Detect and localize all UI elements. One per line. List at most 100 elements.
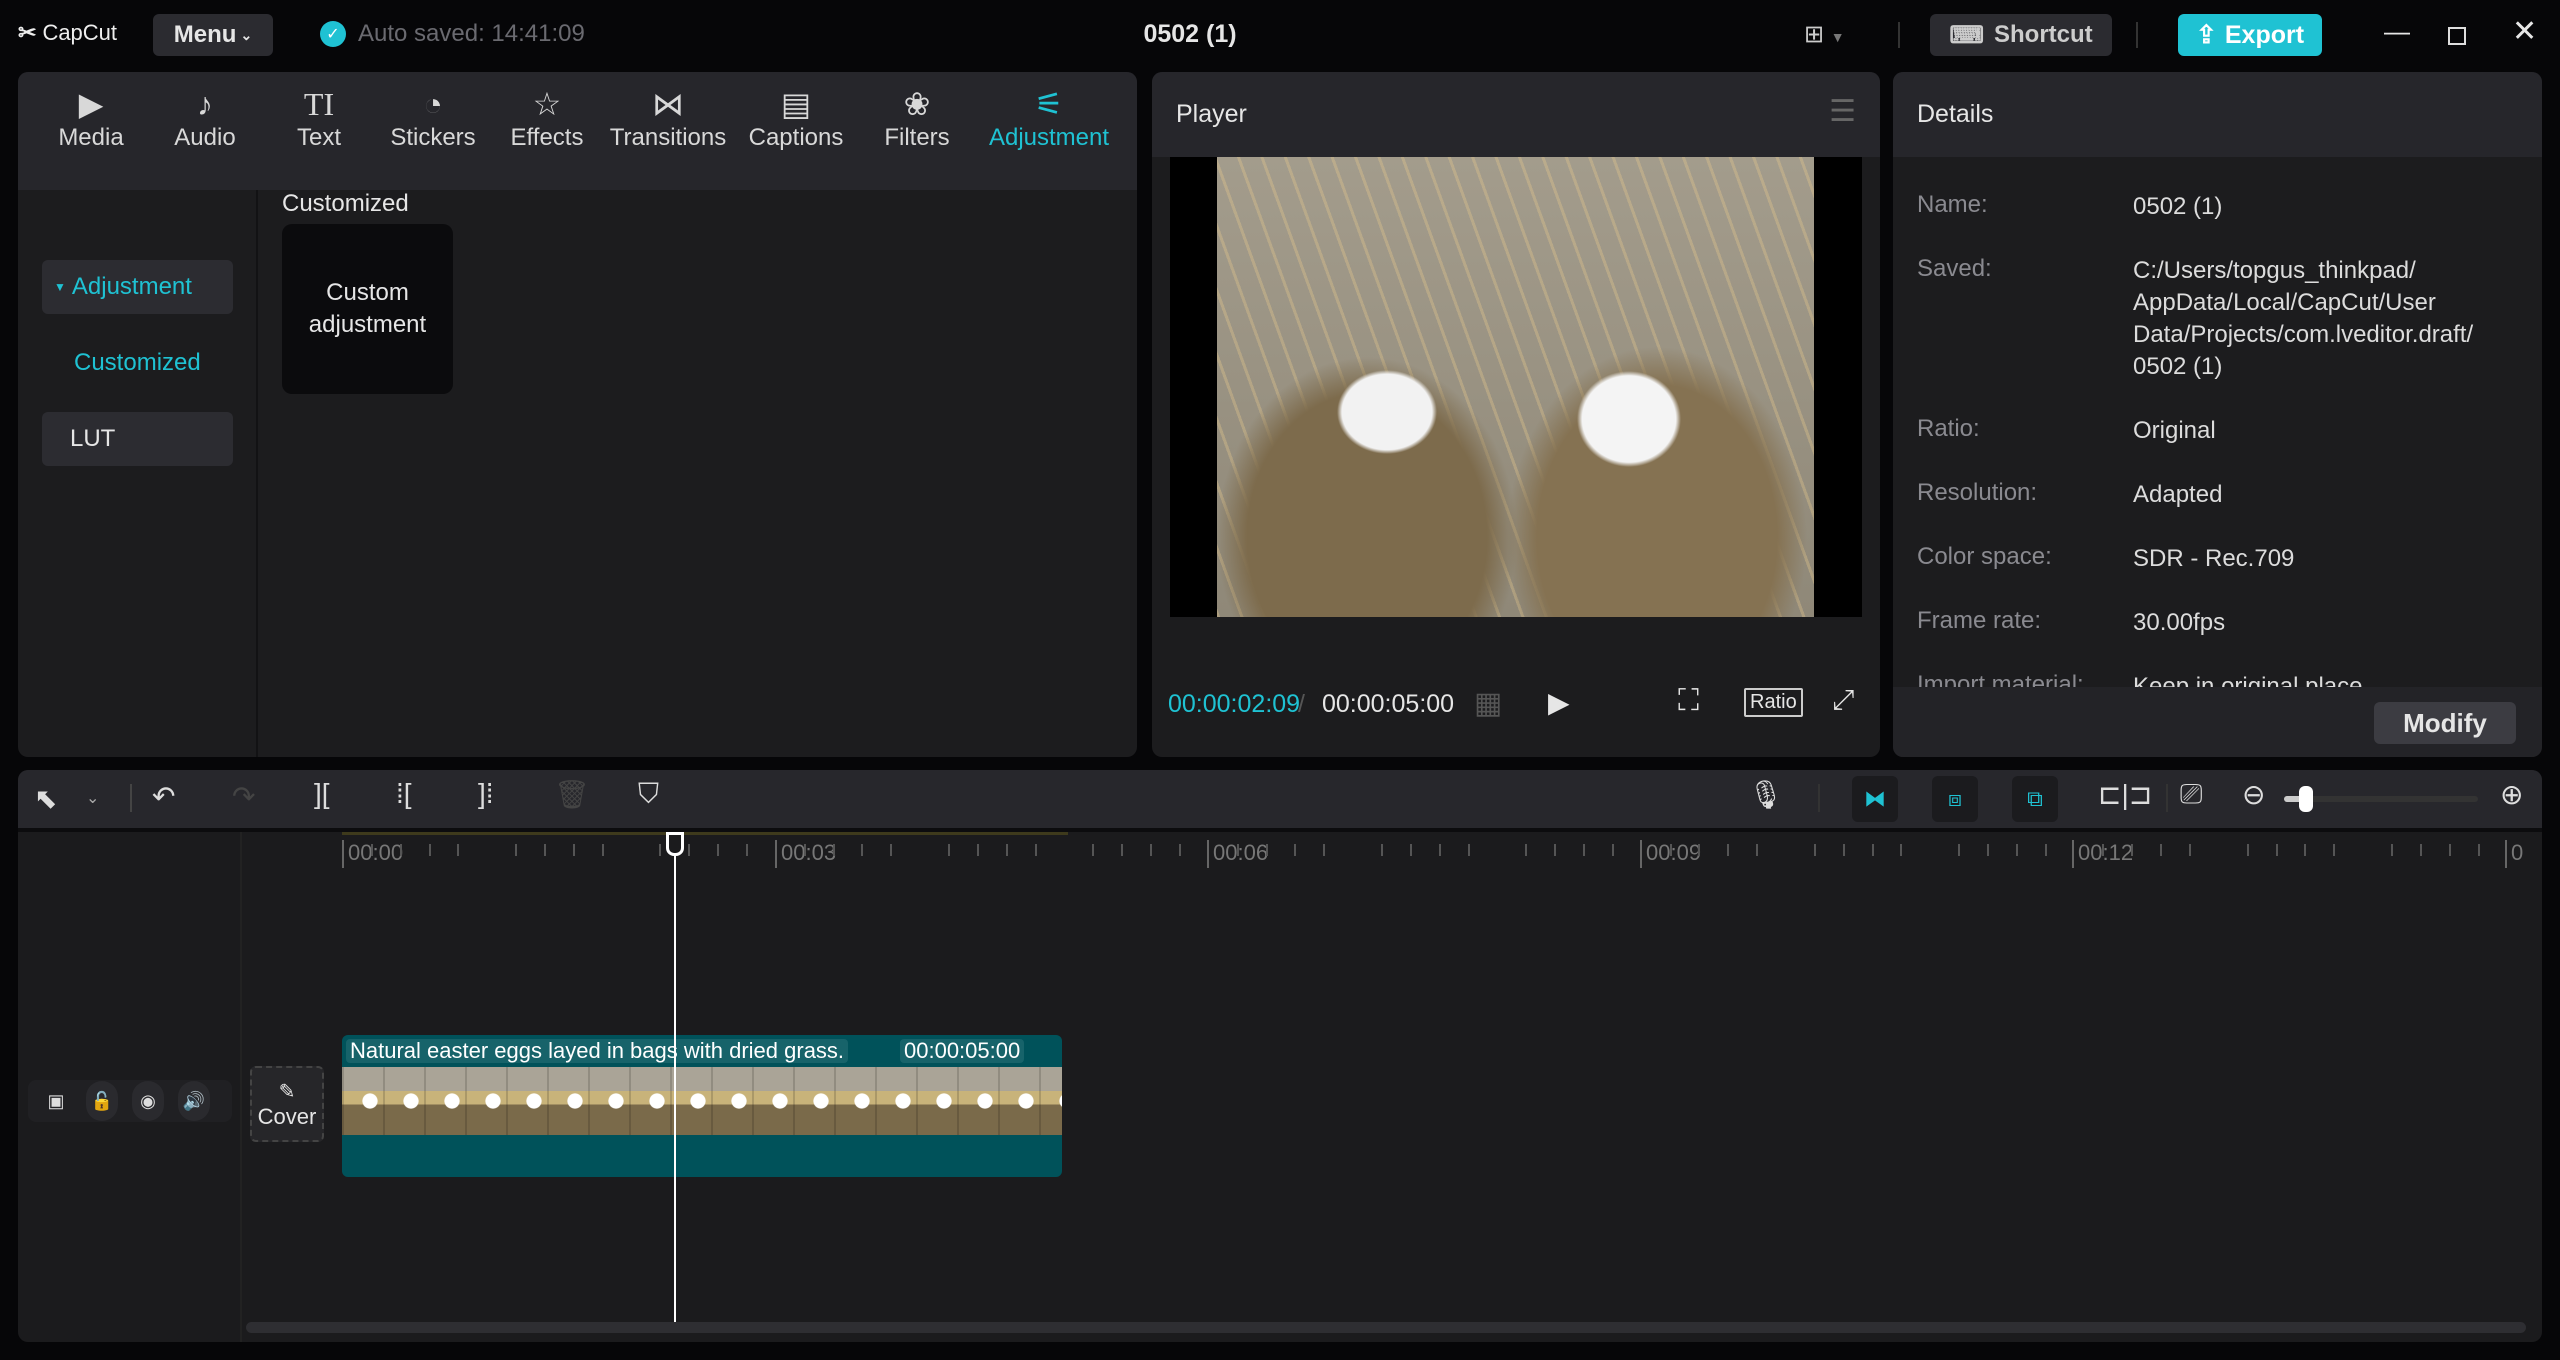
marker-icon[interactable]: ⛉ xyxy=(638,778,659,811)
detail-value: Original xyxy=(2133,417,2216,444)
player-header: Player xyxy=(1152,72,1880,157)
sidebar-item-lut[interactable]: LUT xyxy=(42,412,233,466)
menu-label: Menu xyxy=(173,21,237,48)
detail-row-color-space: Color space: SDR - Rec.709 xyxy=(1917,543,2533,575)
clip-duration: 00:00:05:00 xyxy=(900,1039,1025,1063)
check-icon: ✓ xyxy=(320,21,346,47)
zoom-fit-icon[interactable]: ⛶ xyxy=(1678,684,1699,718)
ruler-tick xyxy=(803,844,806,856)
menu-button[interactable]: Menu ⌄ xyxy=(153,14,273,56)
ruler-tick xyxy=(2015,844,2018,856)
minimize-button[interactable]: — xyxy=(2384,16,2410,47)
autosave-status: ✓ Auto saved: 14:41:09 xyxy=(320,20,585,48)
ruler-tick xyxy=(572,844,575,856)
detail-label: Color space: xyxy=(1917,543,2052,570)
fullscreen-icon[interactable]: ⤢ xyxy=(1832,684,1854,717)
transitions-icon: ⋈ xyxy=(652,86,684,122)
track-type-icon: ▣ xyxy=(47,1090,65,1111)
main-track-magnet-button[interactable]: ⧓ xyxy=(1852,776,1898,822)
redo-icon[interactable]: ↷ xyxy=(232,780,255,813)
ratio-button[interactable]: Ratio xyxy=(1744,688,1803,717)
tab-text[interactable]: TI Text xyxy=(262,72,376,190)
playhead[interactable] xyxy=(665,832,684,1322)
tab-stickers[interactable]: ◔ Stickers xyxy=(376,72,490,190)
capcut-logo: ✂ CapCut xyxy=(18,20,117,46)
export-button[interactable]: ⇪ Export xyxy=(2178,14,2322,56)
ruler-tick xyxy=(1813,844,1816,856)
tab-media[interactable]: ▶ Media xyxy=(34,72,148,190)
detail-row-name: Name: 0502 (1) xyxy=(1917,191,2533,223)
tab-filters[interactable]: ❀ Filters xyxy=(860,72,974,190)
time-separator: / xyxy=(1298,690,1305,718)
ruler-tick xyxy=(1900,844,1903,856)
detail-label: Name: xyxy=(1917,191,1988,218)
sidebar-item-adjustment[interactable]: ▼ Adjustment xyxy=(42,260,233,314)
tab-label: Adjustment xyxy=(988,124,1110,151)
ruler-label: 0 xyxy=(2505,840,2523,868)
details-panel: Details Name: 0502 (1) Saved: C:/Users/top… xyxy=(1893,72,2542,757)
undo-icon[interactable]: ↶ xyxy=(152,780,175,813)
timeline-grid-icon[interactable]: ▦ xyxy=(1474,686,1502,721)
detail-label: Import material: xyxy=(1917,671,2084,687)
chevron-down-icon[interactable]: ⌄ xyxy=(86,788,99,808)
zoom-to-fit-icon[interactable]: ⎚ xyxy=(2180,778,2202,811)
custom-adjustment-card[interactable]: Custom adjustment xyxy=(282,224,453,394)
ruler-tick xyxy=(1265,844,1268,856)
zoom-slider[interactable] xyxy=(2284,786,2478,812)
tab-captions[interactable]: ▤ Captions xyxy=(732,72,860,190)
close-button[interactable]: ✕ xyxy=(2512,14,2537,49)
ruler-tick xyxy=(861,844,864,856)
sidebar-item-customized[interactable]: Customized xyxy=(42,336,233,390)
ruler-tick xyxy=(1669,844,1672,856)
delete-icon[interactable]: 🗑 xyxy=(554,778,590,811)
detail-row-frame-rate: Frame rate: 30.00fps xyxy=(1917,607,2533,639)
audio-icon: ♪ xyxy=(197,86,213,122)
zoom-slider-handle[interactable] xyxy=(2299,786,2314,812)
tab-transitions[interactable]: ⋈ Transitions xyxy=(604,72,732,190)
auto-snap-button[interactable]: ⧈ xyxy=(1932,776,1978,822)
layout-button[interactable]: ⊞ ▼ xyxy=(1804,20,1845,49)
trim-left-icon[interactable]: ⁞[ xyxy=(396,778,412,810)
tab-audio[interactable]: ♪ Audio xyxy=(148,72,262,190)
select-tool-icon[interactable]: ⬉ xyxy=(34,782,57,815)
text-icon: TI xyxy=(303,86,335,122)
volume-icon[interactable]: 🔊 xyxy=(178,1081,210,1121)
cover-button[interactable]: ✎ Cover xyxy=(250,1066,324,1142)
tab-effects[interactable]: ☆ Effects xyxy=(490,72,604,190)
zoom-in-icon[interactable]: ⊕ xyxy=(2500,778,2523,811)
video-clip[interactable]: Natural easter eggs layed in bags with d… xyxy=(342,1035,1062,1177)
ruler-tick xyxy=(1092,844,1095,856)
ruler-tick xyxy=(948,844,951,856)
player-menu-icon[interactable]: ☰ xyxy=(1829,94,1856,129)
horizontal-scrollbar[interactable] xyxy=(246,1322,2526,1333)
detail-value: C:/Users/topgus_thinkpad/ AppData/Local/… xyxy=(2133,257,2474,380)
timeline-panel: ⬉ ⌄ ↶ ↷ ][ ⁞[ ]⁞ 🗑 ⛉ 🎙 ⧓ ⧈ ⧉ ⊏|⊐ ⎚ ⊖ ⊕ 0… xyxy=(18,770,2542,1342)
adjustment-sidebar: ▼ Adjustment Customized LUT xyxy=(18,190,258,757)
preview-axis-icon[interactable]: ⊏|⊐ xyxy=(2098,778,2152,811)
shortcut-button[interactable]: ⌨ Shortcut xyxy=(1930,14,2112,56)
split-icon[interactable]: ][ xyxy=(314,778,330,810)
detail-label: Resolution: xyxy=(1917,479,2038,506)
zoom-out-icon[interactable]: ⊖ xyxy=(2242,778,2265,811)
ruler-tick xyxy=(2333,844,2336,856)
detail-row-saved: Saved: C:/Users/topgus_thinkpad/ AppData/… xyxy=(1917,255,2523,383)
divider xyxy=(1898,22,1900,48)
linkage-button[interactable]: ⧉ xyxy=(2012,776,2058,822)
trim-right-icon[interactable]: ]⁞ xyxy=(478,778,494,810)
eye-icon[interactable]: ◉ xyxy=(132,1081,164,1121)
lock-icon[interactable]: 🔓 xyxy=(86,1081,118,1121)
export-icon: ⇪ xyxy=(2195,21,2217,49)
ruler-tick xyxy=(2477,844,2480,856)
play-button[interactable]: ▶ xyxy=(1548,686,1570,719)
maximize-button[interactable] xyxy=(2448,27,2466,45)
time-ruler: 00:00 00:03 00:06 00:09 00:12 0 xyxy=(18,832,2542,880)
link-icon: ⧉ xyxy=(2027,786,2043,811)
modify-button[interactable]: Modify xyxy=(2374,702,2516,744)
ruler-tick xyxy=(746,844,749,856)
microphone-icon[interactable]: 🎙 xyxy=(1748,778,1784,811)
playhead-handle[interactable] xyxy=(665,832,684,856)
ruler-tick xyxy=(1842,844,1845,856)
tab-adjustment[interactable]: ⚟ Adjustment xyxy=(974,72,1124,190)
detail-value: Keep in original place xyxy=(2133,673,2363,687)
tab-bar: ▶ Media ♪ Audio TI Text ◔ Stickers ☆ Effects … xyxy=(18,72,1137,190)
